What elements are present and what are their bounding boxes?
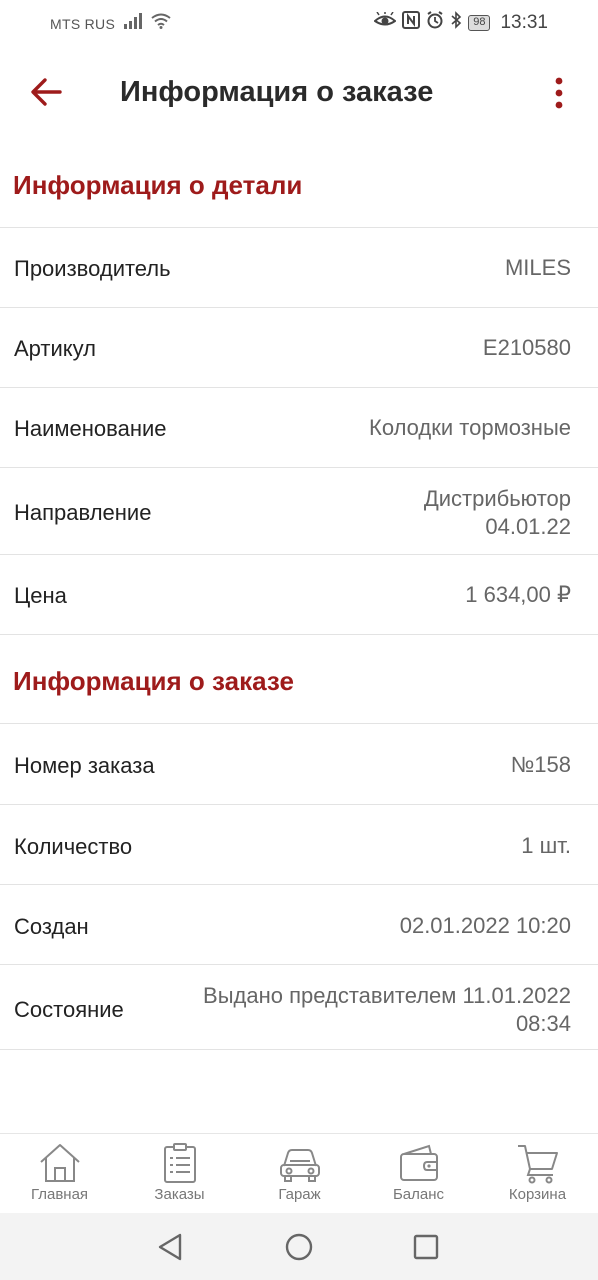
detail-row-direction: Направление Дистрибьютор 04.01.22 bbox=[0, 467, 598, 554]
status-bar-right: 98 13:31 bbox=[373, 11, 548, 34]
circle-home-icon bbox=[285, 1233, 313, 1261]
signal-icon bbox=[123, 13, 143, 34]
page-title: Информация о заказе bbox=[120, 76, 434, 108]
detail-row-name: Наименование Колодки тормозные bbox=[0, 387, 598, 467]
arrow-left-icon bbox=[31, 78, 62, 106]
nav-label: Корзина bbox=[508, 1186, 567, 1203]
order-info-screen: MTS RUS 98 13:31 Информация о заказе Инф… bbox=[0, 0, 598, 1280]
eye-comfort-icon bbox=[373, 11, 397, 33]
row-value: 1 шт. bbox=[521, 833, 571, 858]
row-label: Направление bbox=[14, 500, 152, 525]
carrier-label: MTS RUS bbox=[50, 15, 116, 32]
row-value: Колодки тормозные bbox=[369, 415, 571, 440]
order-row-status: Состояние Выдано представителем 11.01.20… bbox=[0, 964, 598, 1050]
nav-item-home[interactable]: Главная bbox=[0, 1134, 119, 1214]
back-button[interactable] bbox=[26, 72, 70, 112]
system-home-button[interactable] bbox=[279, 1227, 319, 1267]
home-icon bbox=[39, 1144, 80, 1182]
row-value: №158 bbox=[510, 752, 571, 777]
cart-icon bbox=[517, 1145, 558, 1184]
row-label: Номер заказа bbox=[14, 753, 155, 778]
nav-item-garage[interactable]: Гараж bbox=[240, 1134, 359, 1214]
triangle-back-icon bbox=[158, 1233, 182, 1261]
car-icon bbox=[279, 1149, 320, 1182]
nav-label: Заказы bbox=[154, 1186, 205, 1203]
row-value: Выдано представителем 11.01.2022 08:34 bbox=[203, 982, 571, 1038]
detail-row-article: Артикул E210580 bbox=[0, 307, 598, 387]
detail-row-manufacturer: Производитель MILES bbox=[0, 227, 598, 307]
row-label: Количество bbox=[14, 834, 133, 859]
order-row-number: Номер заказа №158 bbox=[0, 723, 598, 804]
row-label: Создан bbox=[14, 914, 89, 939]
row-label: Артикул bbox=[14, 336, 97, 361]
bluetooth-icon bbox=[450, 11, 462, 34]
row-label: Цена bbox=[14, 583, 67, 608]
clock: 13:31 bbox=[500, 11, 548, 33]
nav-item-orders[interactable]: Заказы bbox=[120, 1134, 239, 1214]
square-recents-icon bbox=[413, 1234, 439, 1260]
row-value: 1 634,00 ₽ bbox=[465, 582, 571, 607]
row-value: Дистрибьютор 04.01.22 bbox=[424, 485, 571, 541]
status-bar-left: MTS RUS bbox=[50, 13, 171, 34]
row-value: 02.01.2022 10:20 bbox=[399, 913, 571, 938]
part-info-title: Информация о детали bbox=[13, 170, 303, 200]
system-recents-button[interactable] bbox=[406, 1227, 446, 1267]
row-value: MILES bbox=[504, 255, 571, 280]
row-value-line: Дистрибьютор bbox=[423, 486, 571, 511]
bottom-navigation: Главная Заказы Гараж Баланс Корзина bbox=[0, 1133, 598, 1213]
row-value-line: 08:34 bbox=[515, 1011, 571, 1036]
nav-item-cart[interactable]: Корзина bbox=[478, 1134, 597, 1214]
system-back-button[interactable] bbox=[152, 1227, 192, 1267]
order-row-quantity: Количество 1 шт. bbox=[0, 804, 598, 884]
app-bar: Информация о заказе bbox=[0, 56, 598, 130]
nav-label: Главная bbox=[30, 1186, 89, 1203]
detail-row-price: Цена 1 634,00 ₽ bbox=[0, 554, 598, 634]
order-info-title: Информация о заказе bbox=[13, 666, 294, 696]
system-navigation-bar bbox=[0, 1213, 598, 1280]
status-bar: MTS RUS 98 13:31 bbox=[0, 0, 598, 46]
more-vert-icon bbox=[555, 77, 563, 109]
more-menu-button[interactable] bbox=[544, 72, 574, 114]
row-label: Состояние bbox=[14, 997, 124, 1022]
battery-icon: 98 bbox=[468, 14, 491, 31]
nav-item-balance[interactable]: Баланс bbox=[359, 1134, 478, 1214]
wallet-icon bbox=[399, 1144, 438, 1181]
order-row-created: Создан 02.01.2022 10:20 bbox=[0, 884, 598, 964]
nav-label: Гараж bbox=[278, 1186, 321, 1203]
row-value-line: 04.01.22 bbox=[485, 514, 571, 539]
alarm-icon bbox=[426, 11, 444, 34]
nfc-icon bbox=[402, 11, 421, 34]
row-value-line: Выдано представителем 11.01.2022 bbox=[203, 983, 571, 1008]
row-value: E210580 bbox=[482, 335, 571, 360]
orders-clipboard-icon bbox=[163, 1143, 196, 1183]
wifi-icon bbox=[151, 13, 171, 34]
row-label: Наименование bbox=[14, 416, 167, 441]
divider bbox=[0, 634, 598, 635]
row-label: Производитель bbox=[14, 256, 171, 281]
nav-label: Баланс bbox=[392, 1186, 445, 1203]
